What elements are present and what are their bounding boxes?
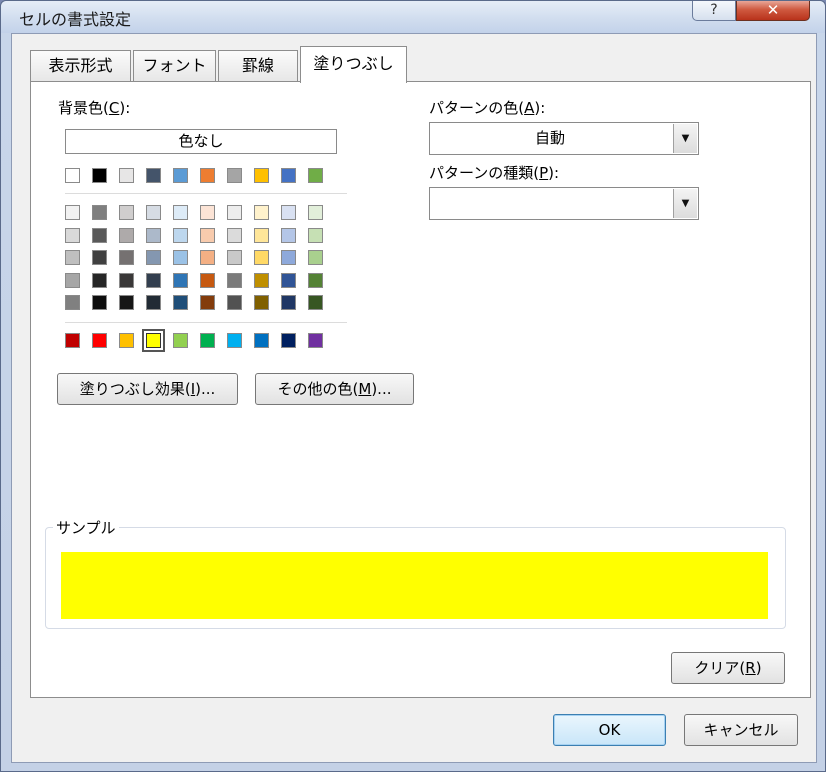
cancel-button[interactable]: キャンセル (684, 714, 798, 746)
sample-preview (61, 552, 768, 619)
color-swatch[interactable] (173, 295, 188, 310)
color-swatch[interactable] (227, 168, 242, 183)
pattern-style-dropdown[interactable]: ▼ (429, 187, 699, 220)
color-swatch[interactable] (65, 227, 80, 243)
pattern-color-label: パターンの色(A): (429, 99, 546, 117)
color-swatch[interactable] (92, 168, 107, 183)
chevron-down-icon[interactable]: ▼ (673, 124, 697, 153)
color-swatch[interactable] (227, 272, 242, 288)
color-swatch[interactable] (200, 168, 215, 183)
color-swatch[interactable] (227, 227, 242, 243)
color-swatch[interactable] (281, 168, 296, 183)
color-swatch[interactable] (227, 333, 242, 348)
color-swatch[interactable] (119, 295, 134, 310)
color-swatch[interactable] (119, 205, 134, 220)
color-swatch[interactable] (254, 250, 269, 265)
color-swatch[interactable] (173, 333, 188, 348)
color-swatch[interactable] (254, 227, 269, 243)
color-swatch[interactable] (173, 250, 188, 265)
color-swatch[interactable] (308, 295, 323, 310)
color-swatch[interactable] (308, 168, 323, 183)
color-swatch[interactable] (146, 250, 161, 265)
color-swatch[interactable] (254, 295, 269, 310)
color-swatch[interactable] (146, 168, 161, 183)
color-swatch[interactable] (308, 250, 323, 265)
color-swatch[interactable] (146, 295, 161, 310)
color-swatch[interactable] (173, 205, 188, 220)
color-swatch[interactable] (254, 272, 269, 288)
clear-button[interactable]: クリア(R) (671, 652, 785, 684)
tab-number-format[interactable]: 表示形式 (30, 50, 131, 82)
color-swatch[interactable] (92, 227, 107, 243)
format-cells-dialog: セルの書式設定 ? ✕ 表示形式 フォント 罫線 塗りつぶし 背景色(C): 色… (0, 0, 826, 772)
color-swatch[interactable] (281, 250, 296, 265)
color-swatch[interactable] (254, 168, 269, 183)
tab-border[interactable]: 罫線 (218, 50, 298, 82)
title-bar[interactable]: セルの書式設定 ? ✕ (1, 1, 825, 33)
color-swatch[interactable] (119, 250, 134, 265)
color-swatch[interactable] (281, 333, 296, 348)
color-swatch[interactable] (119, 168, 134, 183)
color-swatch[interactable] (173, 272, 188, 288)
color-swatch[interactable] (200, 205, 215, 220)
color-swatch[interactable] (146, 272, 161, 288)
color-swatch[interactable] (65, 250, 80, 265)
dialog-body: 表示形式 フォント 罫線 塗りつぶし 背景色(C): 色なし 塗りつぶし効果(I… (11, 33, 817, 763)
sample-label: サンプル (53, 517, 119, 538)
color-swatch[interactable] (173, 168, 188, 183)
color-swatch[interactable] (200, 227, 215, 243)
more-colors-button[interactable]: その他の色(M)... (255, 373, 414, 405)
palette-separator (65, 322, 347, 323)
color-swatch[interactable] (119, 272, 134, 288)
color-swatch[interactable] (227, 250, 242, 265)
color-swatch[interactable] (119, 333, 134, 348)
color-swatch[interactable] (200, 295, 215, 310)
color-swatch[interactable] (173, 227, 188, 243)
help-button[interactable]: ? (692, 1, 736, 21)
color-swatch[interactable] (65, 272, 80, 288)
tab-font[interactable]: フォント (133, 50, 216, 82)
color-swatch[interactable] (65, 295, 80, 310)
tab-fill[interactable]: 塗りつぶし (300, 46, 407, 83)
color-swatch[interactable] (308, 205, 323, 220)
color-swatch[interactable] (281, 272, 296, 288)
color-swatch[interactable] (281, 295, 296, 310)
ok-button[interactable]: OK (553, 714, 666, 746)
chevron-down-icon[interactable]: ▼ (673, 189, 697, 218)
color-swatch[interactable] (281, 227, 296, 243)
background-color-label: 背景色(C): (58, 99, 131, 117)
fill-panel: 背景色(C): 色なし 塗りつぶし効果(I)... その他の色(M)... パタ… (30, 81, 811, 698)
color-swatch[interactable] (227, 295, 242, 310)
color-swatch[interactable] (92, 333, 107, 348)
color-swatch[interactable] (227, 205, 242, 220)
color-swatch[interactable] (119, 227, 134, 243)
color-swatch[interactable] (254, 205, 269, 220)
color-swatch[interactable] (254, 333, 269, 348)
color-swatch[interactable] (308, 272, 323, 288)
color-swatch[interactable] (146, 227, 161, 243)
color-swatch[interactable] (200, 250, 215, 265)
color-swatch[interactable] (92, 205, 107, 220)
fill-effects-button[interactable]: 塗りつぶし効果(I)... (57, 373, 238, 405)
color-swatch[interactable] (92, 295, 107, 310)
color-swatch[interactable] (92, 250, 107, 265)
pattern-color-dropdown[interactable]: 自動 ▼ (429, 122, 699, 155)
color-swatch[interactable] (200, 272, 215, 288)
color-swatch[interactable] (308, 333, 323, 348)
color-swatch[interactable] (146, 205, 161, 220)
color-swatch[interactable] (142, 329, 165, 352)
color-swatch[interactable] (308, 227, 323, 243)
color-swatch[interactable] (200, 333, 215, 348)
palette-separator (65, 193, 347, 194)
color-swatch[interactable] (92, 272, 107, 288)
pattern-color-value: 自動 (534, 129, 565, 147)
color-swatch[interactable] (65, 333, 80, 348)
dialog-title: セルの書式設定 (19, 10, 132, 29)
no-color-button[interactable]: 色なし (65, 129, 337, 154)
color-swatch[interactable] (281, 205, 296, 220)
pattern-style-label: パターンの種類(P): (429, 164, 560, 182)
color-swatch[interactable] (65, 205, 80, 220)
color-swatch[interactable] (65, 168, 80, 183)
close-button[interactable]: ✕ (736, 1, 810, 21)
